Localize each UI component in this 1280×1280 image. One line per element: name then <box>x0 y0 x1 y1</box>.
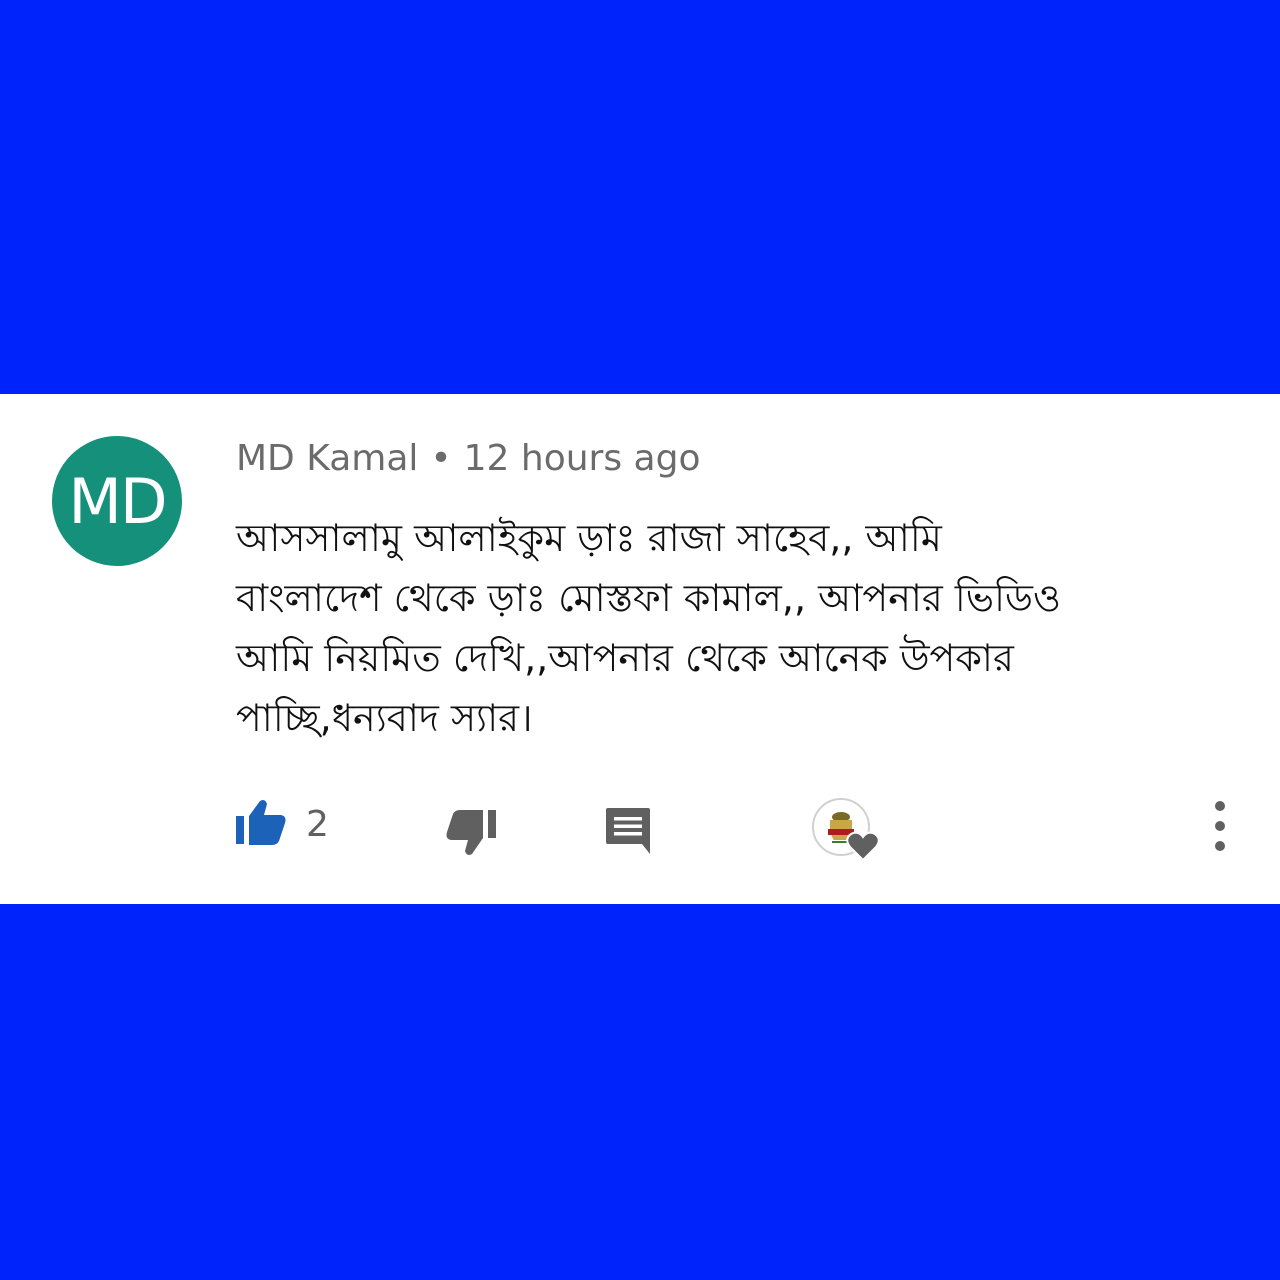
comment-actions: 2 <box>0 794 1280 864</box>
thumbs-up-icon[interactable] <box>234 798 288 846</box>
page-background: MD MD Kamal • 12 hours ago আসসালামু আলাইকু… <box>0 0 1280 1280</box>
separator-dot: • <box>430 438 452 479</box>
comment-header: MD Kamal • 12 hours ago <box>236 438 700 479</box>
author-name[interactable]: MD Kamal <box>236 438 418 479</box>
reply-icon[interactable] <box>604 806 652 856</box>
creator-heart[interactable] <box>812 798 884 864</box>
avatar-initials: MD <box>68 464 167 538</box>
like-count: 2 <box>306 804 329 845</box>
comment-line: আসসালামু আলাইকুম ড়াঃ রাজা সাহেব,, আমি <box>236 516 942 560</box>
comment-line: পাচ্ছি,ধন্যবাদ স্যার। <box>236 696 533 740</box>
more-options-icon[interactable] <box>1208 798 1232 854</box>
comment-line: আমি নিয়মিত দেখি,,আপনার থেকে আনেক উপকার <box>236 636 1014 680</box>
timestamp[interactable]: 12 hours ago <box>464 438 701 479</box>
comment-card: MD MD Kamal • 12 hours ago আসসালামু আলাইকু… <box>0 394 1280 904</box>
heart-icon <box>846 831 880 862</box>
comment-line: বাংলাদেশ থেকে ড়াঃ মোস্তফা কামাল,, আপনার… <box>236 576 1061 620</box>
thumbs-down-icon[interactable] <box>444 808 498 858</box>
avatar[interactable]: MD <box>52 436 182 566</box>
comment-text: আসসালামু আলাইকুম ড়াঃ রাজা সাহেব,, আমি ব… <box>236 508 1246 748</box>
